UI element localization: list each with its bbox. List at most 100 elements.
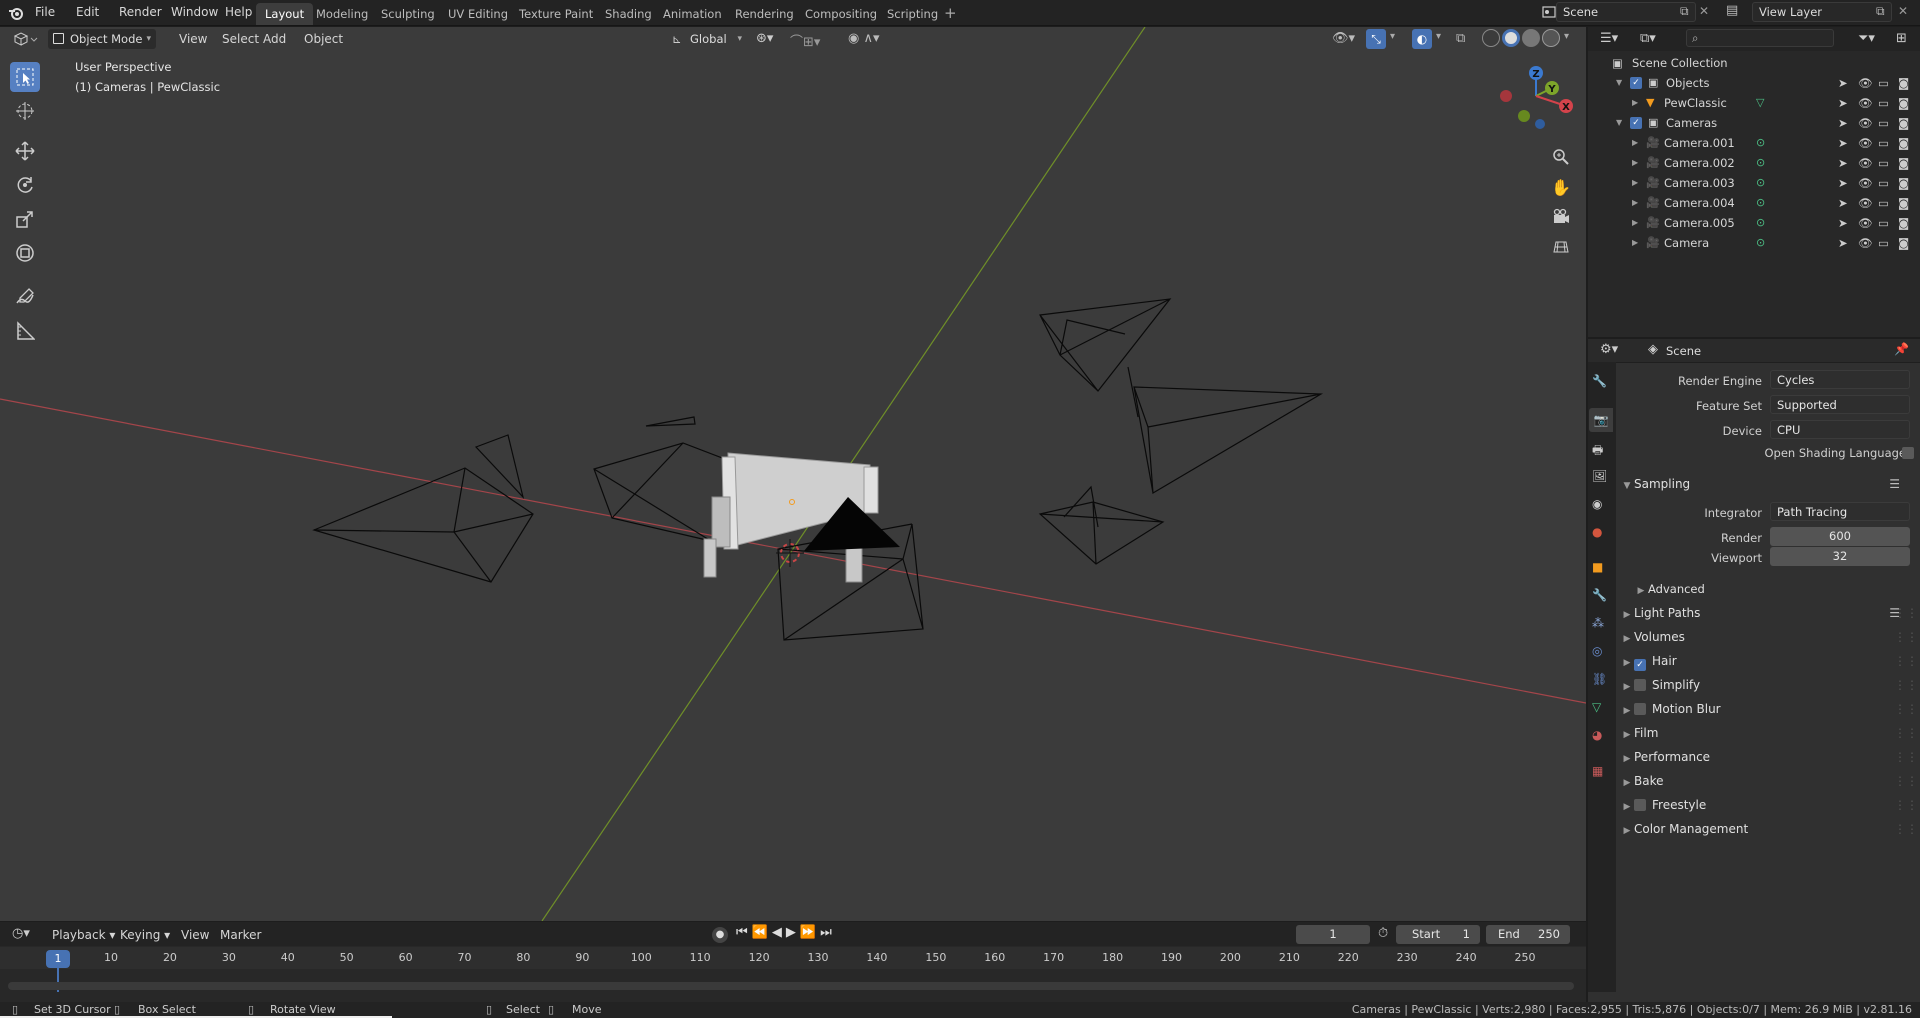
sampling-section[interactable]: ▼ Sampling ☰	[1620, 473, 1920, 495]
modifier-tab-icon[interactable]: 🔧	[1592, 588, 1607, 602]
render-toggle-icon[interactable]: ◙	[1898, 93, 1909, 113]
tab-compositing[interactable]: Compositing	[796, 3, 886, 25]
mesh-data-icon[interactable]: ▽	[1756, 93, 1764, 113]
viewport-samples-field[interactable]: 32	[1770, 547, 1910, 566]
eye-icon[interactable]: 👁	[1858, 133, 1873, 153]
rotate-tool[interactable]	[10, 170, 40, 200]
delete-scene-icon[interactable]: ✕	[1699, 4, 1709, 18]
drag-handle-icon[interactable]: ⋮⋮	[1894, 674, 1918, 696]
tab-shading[interactable]: Shading	[596, 3, 661, 25]
navigation-gizmo[interactable]: Z Y X	[1494, 62, 1576, 130]
feature-set-select[interactable]: Supported	[1770, 395, 1910, 414]
gizmo-toggle-icon[interactable]: ⤡	[1366, 29, 1386, 49]
camera-data-icon[interactable]: ⊙	[1756, 133, 1765, 153]
viewport-toggle-icon[interactable]: ▭	[1878, 133, 1889, 153]
tab-modeling[interactable]: Modeling	[307, 3, 377, 25]
play-reverse-icon[interactable]: ◀	[772, 925, 786, 940]
zoom-icon[interactable]	[1548, 144, 1574, 170]
material-shading-icon[interactable]	[1522, 29, 1540, 47]
chevron-down-icon[interactable]: ▼	[1616, 113, 1622, 133]
menu-file[interactable]: File	[26, 0, 64, 26]
select-toggle-icon[interactable]: ➤	[1838, 113, 1848, 133]
tab-uv-editing[interactable]: UV Editing	[439, 3, 517, 25]
osl-checkbox[interactable]	[1902, 447, 1914, 459]
tab-texture-paint[interactable]: Texture Paint	[510, 3, 602, 25]
3d-viewport[interactable]	[0, 27, 1586, 921]
drag-handle-icon[interactable]: ⋮⋮	[1894, 650, 1918, 672]
outliner-row[interactable]: ▶ ▼ PewClassic ▽ ➤ 👁 ▭ ◙	[1588, 93, 1920, 113]
timeline-menu-playback[interactable]: Playback ▾	[46, 926, 121, 944]
eye-icon[interactable]: 👁	[1858, 73, 1873, 93]
render-engine-select[interactable]: Cycles	[1770, 370, 1910, 389]
viewport-toggle-icon[interactable]: ▭	[1878, 153, 1889, 173]
editor-type-3d-icon[interactable]	[12, 30, 38, 48]
outliner-row[interactable]: ▶ 🎥 Camera.003 ⊙ ➤ 👁 ▭ ◙	[1588, 173, 1920, 193]
playhead[interactable]: 1	[46, 950, 70, 968]
select-toggle-icon[interactable]: ➤	[1838, 133, 1848, 153]
viewport-toggle-icon[interactable]: ▭	[1878, 233, 1889, 253]
camera-data-icon[interactable]: ⊙	[1756, 193, 1765, 213]
camera-data-icon[interactable]: ⊙	[1756, 173, 1765, 193]
world-tab-icon[interactable]: ●	[1592, 525, 1602, 539]
drag-handle-icon[interactable]: ⋮⋮	[1894, 770, 1918, 792]
physics-tab-icon[interactable]: ◎	[1592, 644, 1602, 658]
viewport-menu-add[interactable]: Add	[257, 30, 292, 48]
section-checkbox[interactable]	[1634, 679, 1646, 691]
viewport-menu-view[interactable]: View	[173, 30, 213, 48]
panel-section[interactable]: ▶ Bake ⋮⋮	[1620, 770, 1920, 792]
section-checkbox[interactable]	[1634, 799, 1646, 811]
chevron-down-icon[interactable]: ▾	[1564, 31, 1569, 42]
tab-scripting[interactable]: Scripting	[878, 3, 947, 25]
outliner-row[interactable]: ▶ 🎥 Camera.001 ⊙ ➤ 👁 ▭ ◙	[1588, 133, 1920, 153]
tab-animation[interactable]: Animation	[654, 3, 731, 25]
render-toggle-icon[interactable]: ◙	[1898, 193, 1909, 213]
pin-icon[interactable]: 📌	[1894, 342, 1909, 356]
select-toggle-icon[interactable]: ➤	[1838, 73, 1848, 93]
display-mode-icon[interactable]: ⧉▾	[1640, 31, 1656, 46]
properties-editor-icon[interactable]: ⚙▾	[1600, 342, 1618, 357]
drag-handle-icon[interactable]: ⋮⋮	[1894, 818, 1918, 840]
pivot-point-icon[interactable]: ⊛▾	[756, 31, 773, 46]
select-toggle-icon[interactable]: ➤	[1838, 233, 1848, 253]
eye-icon[interactable]: 👁	[1858, 93, 1873, 113]
panel-section[interactable]: ▶ ✓ Hair ⋮⋮	[1620, 650, 1920, 672]
chevron-right-icon[interactable]: ▶	[1632, 153, 1638, 173]
outliner-row[interactable]: ▶ 🎥 Camera.002 ⊙ ➤ 👁 ▭ ◙	[1588, 153, 1920, 173]
next-keyframe-icon[interactable]: ⏩	[800, 925, 820, 940]
add-workspace-icon[interactable]: +	[944, 4, 957, 22]
eye-icon[interactable]: 👁	[1858, 233, 1873, 253]
stopwatch-icon[interactable]: ⏱	[1378, 926, 1388, 941]
render-toggle-icon[interactable]: ◙	[1898, 153, 1909, 173]
drag-handle-icon[interactable]: ⋮⋮	[1894, 602, 1918, 624]
scene-tab-icon[interactable]: ◉	[1592, 497, 1602, 511]
render-toggle-icon[interactable]: ◙	[1898, 233, 1909, 253]
timeline-menu-keying[interactable]: Keying ▾	[114, 926, 176, 944]
visibility-icon[interactable]: 👁▾	[1332, 31, 1355, 46]
ortho-grid-icon[interactable]	[1548, 234, 1574, 260]
tab-layout[interactable]: Layout	[256, 3, 314, 25]
chevron-right-icon[interactable]: ▶	[1632, 193, 1638, 213]
camera-data-icon[interactable]: ⊙	[1756, 213, 1765, 233]
start-frame-field[interactable]: Start 1	[1396, 925, 1480, 944]
drag-handle-icon[interactable]: ⋮⋮	[1894, 626, 1918, 648]
outliner-row[interactable]: ▼ ✓ ▣ Objects ➤ 👁 ▭ ◙	[1588, 73, 1920, 93]
new-collection-icon[interactable]: ⊞	[1896, 31, 1907, 46]
chevron-right-icon[interactable]: ▶	[1632, 93, 1638, 113]
panel-section[interactable]: ▶ Film ⋮⋮	[1620, 722, 1920, 744]
integrator-select[interactable]: Path Tracing	[1770, 502, 1910, 521]
eye-icon[interactable]: 👁	[1858, 113, 1873, 133]
presets-list-icon[interactable]: ☰	[1889, 473, 1900, 495]
filter-icon[interactable]: ⏷▾	[1858, 31, 1875, 46]
output-tab-icon[interactable]: 🖶	[1592, 441, 1603, 462]
advanced-subsection[interactable]: ▶ Advanced	[1634, 578, 1920, 600]
section-checkbox[interactable]	[1634, 703, 1646, 715]
outliner-editor-icon[interactable]: ☰▾	[1600, 31, 1618, 46]
camera-data-icon[interactable]: ⊙	[1756, 233, 1765, 253]
mode-select[interactable]: Object Mode ▾	[48, 29, 156, 49]
overlays-toggle-icon[interactable]: ◐	[1412, 29, 1432, 49]
outliner-search-input[interactable]: ⌕	[1686, 29, 1834, 47]
constraints-tab-icon[interactable]: ⛓	[1592, 672, 1607, 686]
viewport-toggle-icon[interactable]: ▭	[1878, 173, 1889, 193]
prev-keyframe-icon[interactable]: ⏪	[752, 925, 772, 940]
snap-icon[interactable]: ⌒⊞▾	[790, 31, 820, 50]
